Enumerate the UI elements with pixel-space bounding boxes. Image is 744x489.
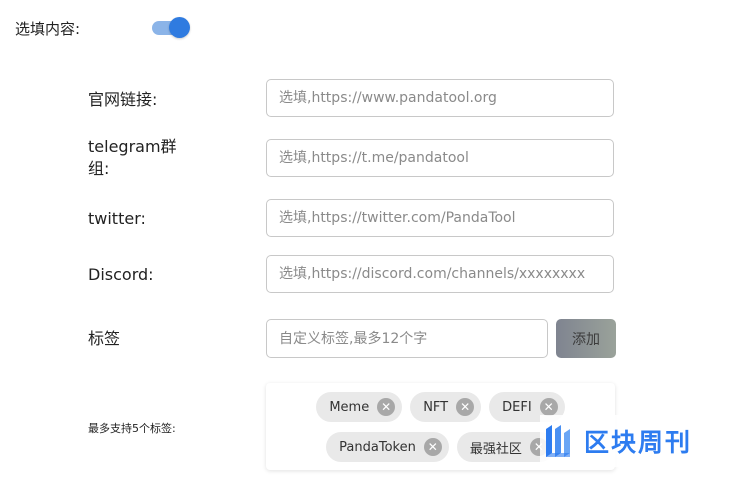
close-circle-icon[interactable]: ✕	[456, 398, 475, 416]
tag-text: 最强社区	[469, 441, 522, 457]
tag-text: PandaToken	[339, 439, 416, 455]
tag-text: NFT	[423, 399, 449, 415]
close-circle-icon[interactable]: ✕	[423, 438, 442, 456]
optional-content-label: 选填内容:	[15, 20, 81, 38]
website-label: 官网链接:	[88, 90, 158, 109]
telegram-label: telegram群组:	[88, 137, 177, 178]
twitter-label: twitter:	[88, 209, 146, 228]
tag-input[interactable]	[266, 319, 548, 358]
blockchain-weekly-logo-icon	[546, 425, 570, 457]
tag-chip: PandaToken ✕	[326, 432, 449, 462]
tags-label: 标签	[88, 329, 121, 348]
tag-text: DEFI	[502, 399, 532, 415]
tag-chip: NFT ✕	[410, 392, 482, 422]
discord-label: Discord:	[88, 265, 154, 284]
tag-text: Meme	[329, 399, 370, 415]
add-tag-button[interactable]: 添加	[556, 319, 616, 358]
tags-limit-hint: 最多支持5个标签:	[88, 422, 176, 435]
website-input[interactable]	[266, 79, 614, 117]
twitter-input[interactable]	[266, 199, 614, 237]
tag-chip: Meme ✕	[316, 392, 403, 422]
discord-input[interactable]	[266, 255, 614, 293]
optional-content-toggle[interactable]	[152, 17, 190, 39]
watermark-brand: 区块周刊	[584, 428, 693, 457]
close-circle-icon[interactable]: ✕	[377, 398, 396, 416]
telegram-input[interactable]	[266, 139, 614, 177]
close-circle-icon[interactable]: ✕	[539, 398, 558, 416]
watermark: 区块周刊	[540, 415, 713, 467]
form-page: 选填内容: 官网链接: telegram群组: twitter: Discord…	[0, 0, 744, 489]
toggle-knob	[169, 17, 190, 38]
